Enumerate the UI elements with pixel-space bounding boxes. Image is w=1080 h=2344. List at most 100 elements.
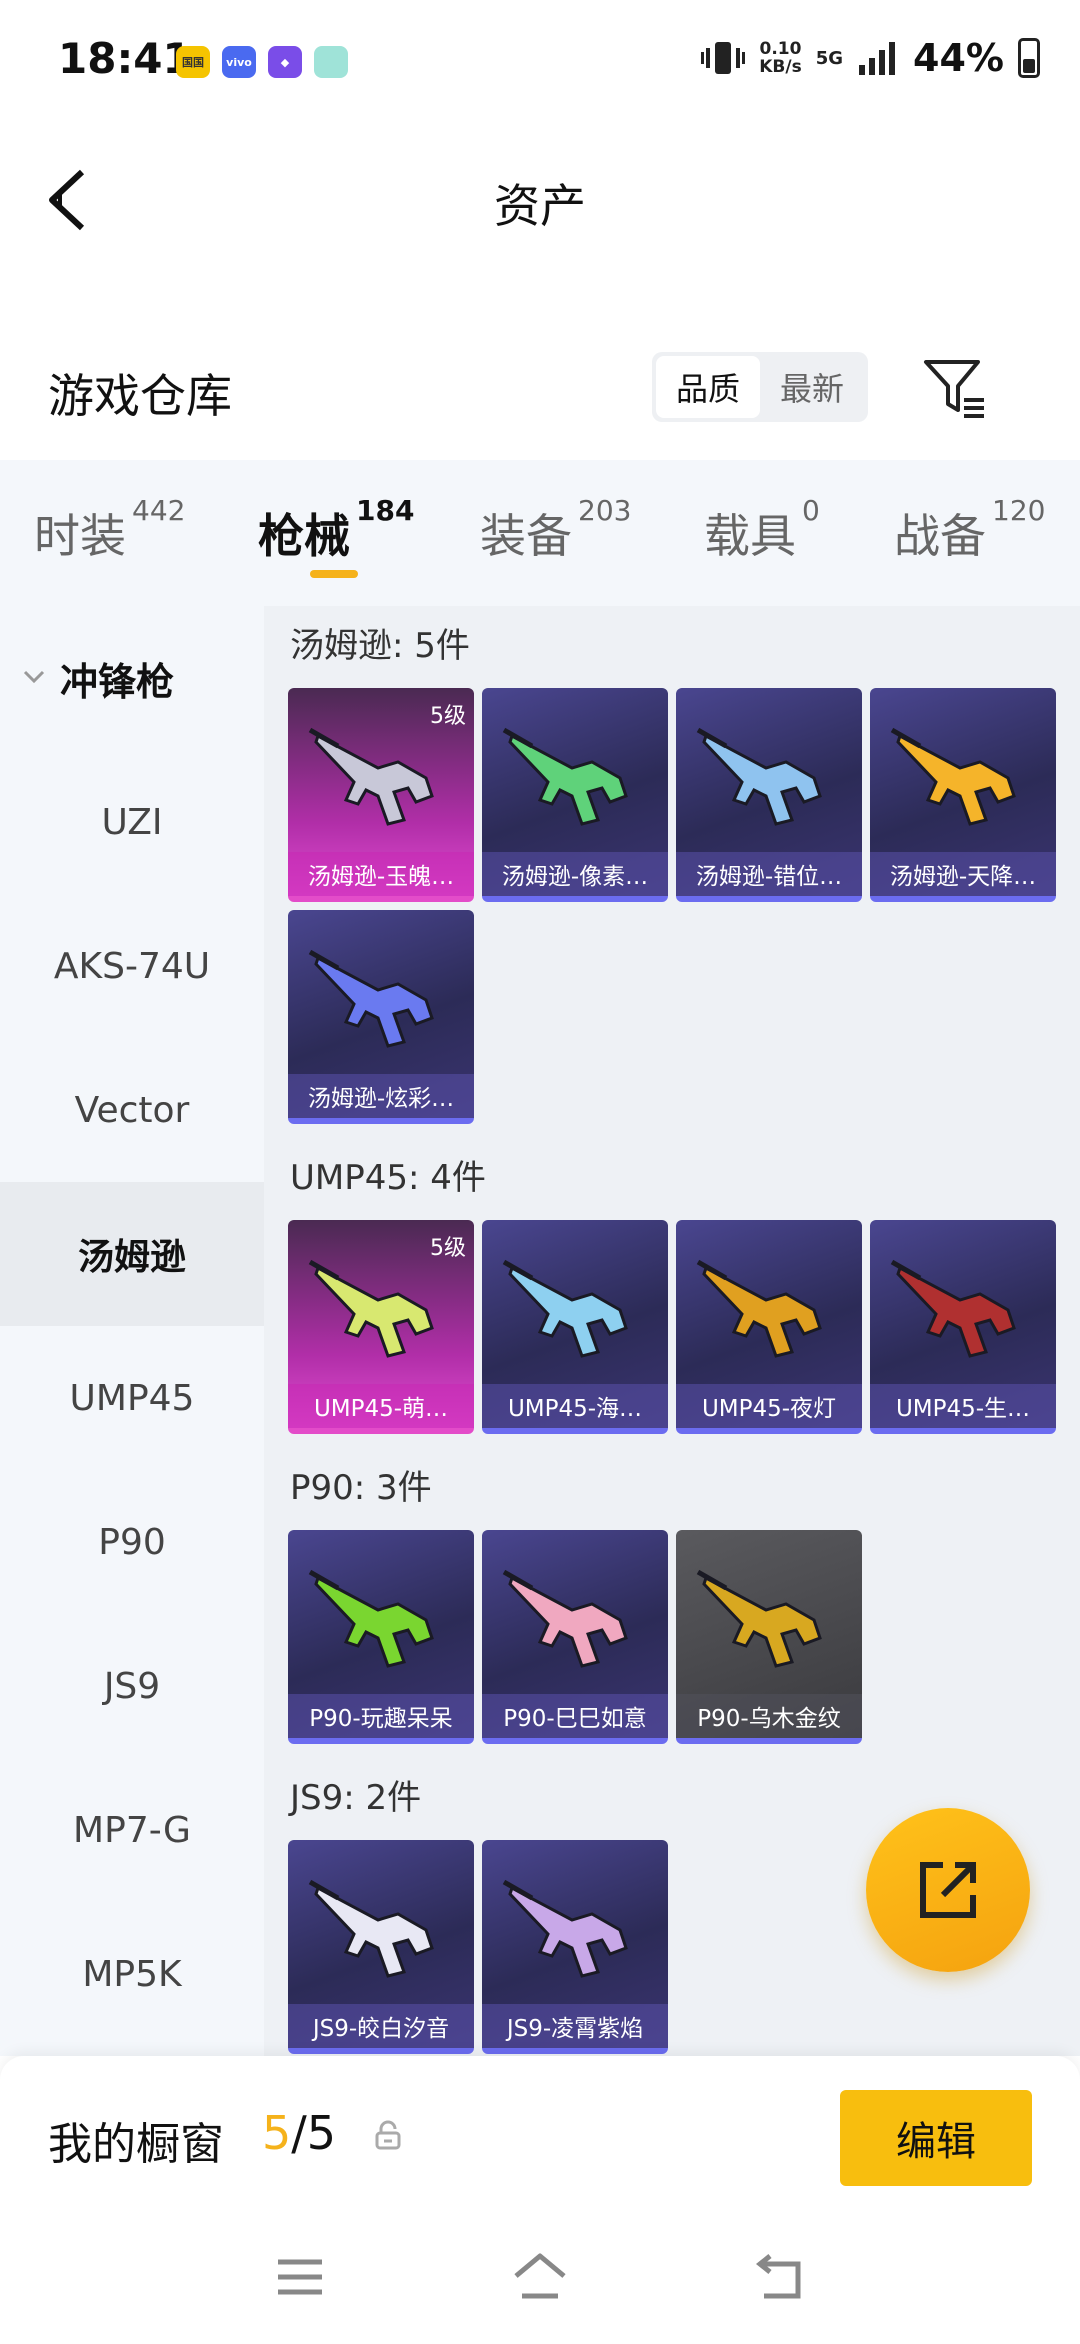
- weapon-skin-image: [308, 1259, 434, 1358]
- group-title: UMP45: 4件: [290, 1158, 486, 1198]
- item-card[interactable]: 汤姆逊-错位…: [676, 688, 862, 902]
- lock-icon: [375, 2120, 401, 2150]
- sidebar-item-thompson[interactable]: 汤姆逊: [0, 1182, 264, 1326]
- item-name: P90-乌木金纹: [676, 1694, 862, 1738]
- sort-toggle: 品质 最新: [652, 352, 868, 422]
- status-bar: 18:41 国国 vivo ◆ 0.10 KB/s 5G 44%: [0, 0, 1080, 120]
- app-icon-1: 国国: [176, 46, 210, 78]
- tab-label: 载具: [704, 509, 796, 563]
- network-type: 5G: [815, 47, 844, 69]
- weapon-type-sidebar: 冲锋枪 UZI AKS-74U Vector 汤姆逊 UMP45 P90 JS9…: [0, 606, 264, 2056]
- app-icon-2: vivo: [222, 46, 256, 78]
- sidebar-group-label: 冲锋枪: [60, 659, 175, 704]
- warehouse-row: 游戏仓库 品质 最新: [0, 330, 1080, 450]
- weapon-skin-image: [308, 727, 434, 826]
- showcase-count: 5/5: [262, 2106, 337, 2160]
- sort-newest-button[interactable]: 最新: [760, 356, 864, 418]
- item-name: UMP45-生…: [870, 1384, 1056, 1428]
- weapon-skin-image: [502, 727, 628, 826]
- item-card[interactable]: 汤姆逊-炫彩…: [288, 910, 474, 1124]
- weapon-skin-image: [308, 1569, 434, 1668]
- item-card[interactable]: UMP45-生…: [870, 1220, 1056, 1434]
- signal-icon: [859, 42, 896, 75]
- showcase-label: 我的橱窗: [48, 2119, 224, 2170]
- sidebar-group-smg[interactable]: 冲锋枪: [0, 606, 264, 750]
- system-navigation-bar: [0, 2216, 1080, 2344]
- item-card[interactable]: UMP45-海…: [482, 1220, 668, 1434]
- tab-label: 枪械: [258, 509, 350, 563]
- item-card[interactable]: 汤姆逊-像素…: [482, 688, 668, 902]
- item-name: 汤姆逊-炫彩…: [288, 1074, 474, 1118]
- status-app-icons: 国国 vivo ◆: [176, 46, 348, 78]
- tab-equipment[interactable]: 装备 203: [480, 494, 631, 566]
- item-name: JS9-凌霄紫焰: [482, 2004, 668, 2048]
- tab-label: 战备: [894, 509, 986, 563]
- tab-count: 442: [132, 494, 186, 527]
- app-header: 资产: [0, 120, 1080, 280]
- item-name: 汤姆逊-错位…: [676, 852, 862, 896]
- item-card[interactable]: 汤姆逊-天降…: [870, 688, 1056, 902]
- item-name: P90-巳巳如意: [482, 1694, 668, 1738]
- status-time: 18:41: [58, 34, 192, 83]
- tab-label: 装备: [480, 509, 572, 563]
- item-card[interactable]: JS9-凌霄紫焰: [482, 1840, 668, 2054]
- weapon-skin-image: [308, 949, 434, 1048]
- chevron-down-icon: [23, 670, 45, 684]
- weapon-skin-image: [502, 1569, 628, 1668]
- level-badge: 5级: [430, 704, 466, 729]
- battery-percent: 44%: [913, 36, 1004, 80]
- tab-label: 时装: [34, 509, 126, 563]
- menu-icon[interactable]: [272, 2252, 328, 2302]
- weapon-skin-image: [308, 1879, 434, 1978]
- sidebar-item-uzi[interactable]: UZI: [0, 750, 264, 894]
- item-name: UMP45-萌…: [288, 1384, 474, 1428]
- item-name: 汤姆逊-天降…: [870, 852, 1056, 896]
- tab-readiness[interactable]: 战备 120: [894, 494, 1045, 566]
- battery-icon: [1018, 38, 1040, 78]
- weapon-skin-image: [502, 1879, 628, 1978]
- item-name: UMP45-夜灯: [676, 1384, 862, 1428]
- category-tabs: 时装 442 枪械 184 装备 203 载具 0 战备 120: [0, 460, 1080, 606]
- sidebar-item-mp7g[interactable]: MP7-G: [0, 1758, 264, 1902]
- level-badge: 5级: [430, 1236, 466, 1261]
- tab-count: 0: [802, 494, 820, 527]
- group-title: P90: 3件: [290, 1468, 432, 1508]
- tab-count: 184: [356, 494, 415, 527]
- vibrate-icon: [701, 42, 746, 74]
- item-card[interactable]: UMP45-夜灯: [676, 1220, 862, 1434]
- network-speed: 0.10 KB/s: [759, 39, 802, 77]
- sort-quality-button[interactable]: 品质: [656, 356, 760, 418]
- tab-fashion[interactable]: 时装 442: [34, 494, 185, 566]
- item-card[interactable]: 5级 UMP45-萌…: [288, 1220, 474, 1434]
- app-icon-4: [314, 46, 348, 78]
- edit-button[interactable]: 编辑: [840, 2090, 1032, 2186]
- sidebar-item-aks74u[interactable]: AKS-74U: [0, 894, 264, 1038]
- weapon-skin-image: [890, 727, 1016, 826]
- tab-vehicles[interactable]: 载具 0: [704, 494, 820, 566]
- item-name: JS9-皎白汐音: [288, 2004, 474, 2048]
- back-nav-icon[interactable]: [752, 2252, 808, 2302]
- active-tab-indicator: [310, 570, 358, 578]
- weapon-skin-image: [696, 1569, 822, 1668]
- sidebar-item-ump45[interactable]: UMP45: [0, 1326, 264, 1470]
- item-name: 汤姆逊-玉魄…: [288, 852, 474, 896]
- item-card[interactable]: JS9-皎白汐音: [288, 1840, 474, 2054]
- share-button[interactable]: [866, 1808, 1030, 1972]
- item-card[interactable]: P90-巳巳如意: [482, 1530, 668, 1744]
- item-name: P90-玩趣呆呆: [288, 1694, 474, 1738]
- item-name: 汤姆逊-像素…: [482, 852, 668, 896]
- weapon-skin-image: [696, 1259, 822, 1358]
- group-title: JS9: 2件: [290, 1778, 422, 1818]
- sidebar-item-vector[interactable]: Vector: [0, 1038, 264, 1182]
- item-name: UMP45-海…: [482, 1384, 668, 1428]
- sidebar-item-js9[interactable]: JS9: [0, 1614, 264, 1758]
- item-card[interactable]: 5级汤姆逊-玉魄…: [288, 688, 474, 902]
- home-icon[interactable]: [512, 2252, 568, 2302]
- item-card[interactable]: P90-玩趣呆呆: [288, 1530, 474, 1744]
- sidebar-item-p90[interactable]: P90: [0, 1470, 264, 1614]
- filter-icon[interactable]: [920, 354, 990, 424]
- item-card[interactable]: P90-乌木金纹: [676, 1530, 862, 1744]
- tab-firearms[interactable]: 枪械 184: [258, 494, 414, 566]
- page-title: 资产: [494, 179, 586, 233]
- sidebar-item-mp5k[interactable]: MP5K: [0, 1902, 264, 2046]
